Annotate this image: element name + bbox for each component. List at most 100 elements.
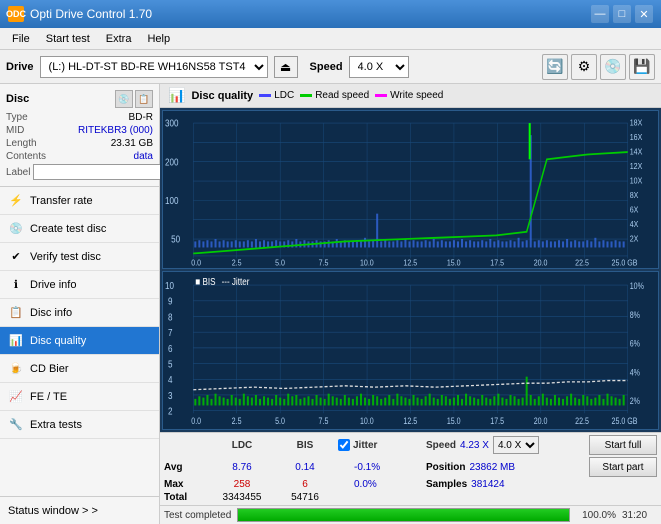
drive-info-icon: ℹ	[8, 277, 24, 293]
nav-label-verify-test: Verify test disc	[30, 251, 101, 263]
svg-text:12.5: 12.5	[403, 258, 417, 268]
sidebar-item-disc-quality[interactable]: 📊 Disc quality	[0, 327, 159, 355]
maximize-button[interactable]: □	[613, 5, 631, 23]
menu-file[interactable]: File	[4, 28, 38, 49]
svg-text:17.5: 17.5	[490, 258, 504, 268]
read-speed-legend-label: Read speed	[315, 90, 369, 101]
status-window-button[interactable]: Status window > >	[0, 496, 159, 524]
fe-te-icon: 📈	[8, 389, 24, 405]
svg-text:5.0: 5.0	[275, 258, 285, 268]
disc-icon-1[interactable]: 💿	[115, 90, 133, 108]
avg-label: Avg	[164, 462, 204, 473]
write-speed-legend-label: Write speed	[390, 90, 443, 101]
sidebar-item-transfer-rate[interactable]: ⚡ Transfer rate	[0, 187, 159, 215]
transfer-rate-icon: ⚡	[8, 193, 24, 209]
sidebar-item-cd-bier[interactable]: 🍺 CD Bier	[0, 355, 159, 383]
nav-label-disc-quality: Disc quality	[30, 335, 86, 347]
create-test-icon: 💿	[8, 221, 24, 237]
progress-bar-container	[237, 508, 570, 522]
nav-label-cd-bier: CD Bier	[30, 363, 69, 375]
svg-text:17.5: 17.5	[490, 416, 504, 426]
chart-header: 📊 Disc quality LDC Read speed Write spee…	[160, 84, 661, 108]
sidebar-item-fe-te[interactable]: 📈 FE / TE	[0, 383, 159, 411]
speed-label: Speed	[310, 61, 343, 73]
svg-text:3: 3	[168, 390, 172, 401]
mid-value: RITEKBR3 (000)	[78, 125, 153, 136]
max-ldc: 258	[234, 479, 251, 490]
svg-text:2X: 2X	[630, 234, 639, 244]
button-group: Start full	[589, 435, 657, 455]
svg-text:12.5: 12.5	[403, 416, 417, 426]
svg-text:15.0: 15.0	[447, 416, 461, 426]
speed-dropdown[interactable]: 4.0 X	[493, 436, 539, 454]
speed-header: Speed	[426, 440, 456, 451]
cd-bier-icon: 🍺	[8, 361, 24, 377]
svg-text:2.5: 2.5	[232, 416, 242, 426]
svg-text:7.5: 7.5	[319, 258, 329, 268]
disc-section: Disc 💿 📋 Type BD-R MID RITEKBR3 (000) Le…	[0, 84, 159, 187]
status-text: Test completed	[164, 510, 231, 521]
start-full-button[interactable]: Start full	[589, 435, 657, 455]
menu-bar: File Start test Extra Help	[0, 28, 661, 50]
bis-header: BIS	[297, 440, 314, 451]
svg-text:18X: 18X	[630, 118, 643, 128]
type-value: BD-R	[129, 112, 153, 123]
nav-label-drive-info: Drive info	[30, 279, 76, 291]
sidebar-item-extra-tests[interactable]: 🔧 Extra tests	[0, 411, 159, 439]
svg-text:12X: 12X	[630, 161, 643, 171]
svg-text:2%: 2%	[630, 396, 640, 406]
jitter-checkbox[interactable]	[338, 439, 350, 451]
svg-text:300: 300	[165, 118, 179, 129]
avg-jitter: -0.1%	[354, 462, 380, 473]
length-value: 23.31 GB	[111, 138, 153, 149]
svg-text:5.0: 5.0	[275, 416, 285, 426]
svg-text:0.0: 0.0	[191, 258, 201, 268]
mid-label: MID	[6, 125, 24, 136]
svg-text:4%: 4%	[630, 368, 640, 378]
svg-text:8: 8	[168, 311, 172, 322]
save-icon[interactable]: 💾	[629, 54, 655, 80]
nav-label-transfer-rate: Transfer rate	[30, 195, 93, 207]
svg-text:25.0 GB: 25.0 GB	[612, 416, 638, 426]
sidebar-item-verify-test-disc[interactable]: ✔ Verify test disc	[0, 243, 159, 271]
menu-start-test[interactable]: Start test	[38, 28, 98, 49]
svg-text:8X: 8X	[630, 190, 639, 200]
position-value: 23862 MB	[469, 462, 515, 473]
total-bis: 54716	[291, 492, 319, 503]
ldc-legend-label: LDC	[274, 90, 294, 101]
sidebar-item-disc-info[interactable]: 📋 Disc info	[0, 299, 159, 327]
svg-text:22.5: 22.5	[575, 258, 589, 268]
extra-tests-icon: 🔧	[8, 417, 24, 433]
sidebar: Disc 💿 📋 Type BD-R MID RITEKBR3 (000) Le…	[0, 84, 160, 524]
disc-icon-2[interactable]: 📋	[135, 90, 153, 108]
samples-value: 381424	[471, 479, 504, 490]
speed-value: 4.23 X	[460, 440, 489, 451]
svg-text:10.0: 10.0	[360, 416, 374, 426]
start-part-button-group: Start part	[589, 457, 657, 477]
svg-text:14X: 14X	[630, 147, 643, 157]
minimize-button[interactable]: —	[591, 5, 609, 23]
svg-text:2: 2	[168, 406, 172, 417]
speed-select[interactable]: 4.0 X	[349, 56, 409, 78]
nav-label-disc-info: Disc info	[30, 307, 72, 319]
refresh-icon[interactable]: 🔄	[542, 54, 568, 80]
sidebar-item-drive-info[interactable]: ℹ Drive info	[0, 271, 159, 299]
drive-select[interactable]: (L:) HL-DT-ST BD-RE WH16NS58 TST4	[40, 56, 268, 78]
menu-help[interactable]: Help	[139, 28, 178, 49]
svg-text:7.5: 7.5	[319, 416, 329, 426]
svg-text:10.0: 10.0	[360, 258, 374, 268]
nav-label-create-test: Create test disc	[30, 223, 106, 235]
menu-extra[interactable]: Extra	[98, 28, 140, 49]
disc-label-input[interactable]	[33, 164, 171, 180]
progress-percent: 100.0%	[576, 510, 616, 521]
svg-text:22.5: 22.5	[575, 416, 589, 426]
svg-text:15.0: 15.0	[447, 258, 461, 268]
svg-text:2.5: 2.5	[232, 258, 242, 268]
start-part-button[interactable]: Start part	[589, 457, 657, 477]
settings-icon[interactable]: ⚙	[571, 54, 597, 80]
eject-button[interactable]: ⏏	[274, 56, 298, 78]
sidebar-item-create-test-disc[interactable]: 💿 Create test disc	[0, 215, 159, 243]
disc-icon[interactable]: 💿	[600, 54, 626, 80]
close-button[interactable]: ✕	[635, 5, 653, 23]
status-window-label: Status window > >	[8, 505, 98, 517]
